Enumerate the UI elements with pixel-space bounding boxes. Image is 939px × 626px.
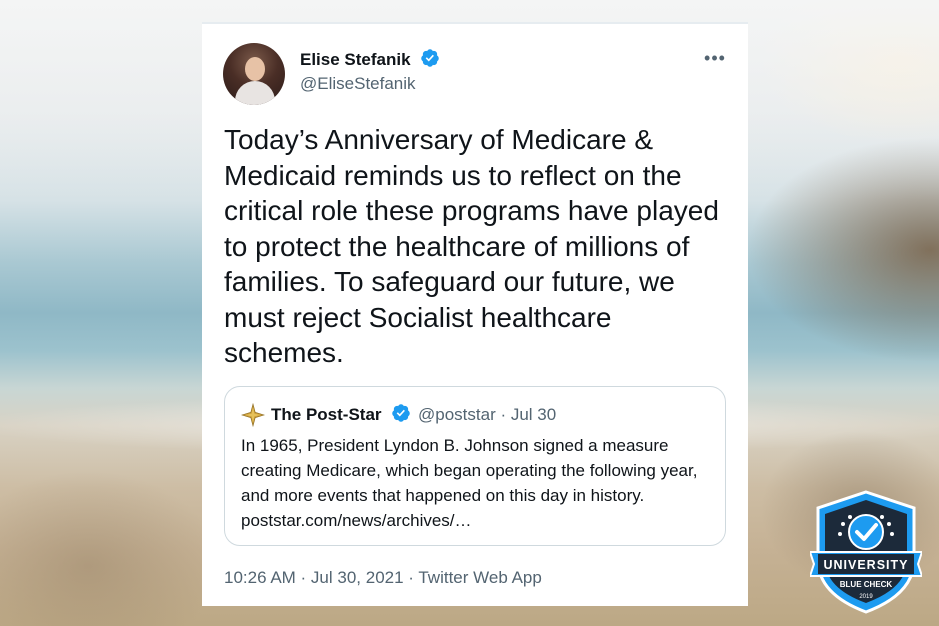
avatar-face xyxy=(245,57,265,81)
more-options-icon[interactable]: ••• xyxy=(702,48,728,68)
tweet-timestamp[interactable]: 10:26 AM · Jul 30, 2021 · Twitter Web Ap… xyxy=(224,568,542,588)
university-blue-check-badge: UNIVERSITY BLUE CHECK 2019 xyxy=(810,490,922,614)
tweet-text: Today’s Anniversary of Medicare & Medica… xyxy=(224,124,719,368)
badge-year: 2019 xyxy=(859,594,873,600)
badge-line1: UNIVERSITY xyxy=(823,558,908,572)
quoted-tweet[interactable]: The Post-Star @poststar · Jul 30 In 1965… xyxy=(224,386,726,546)
tweet-card[interactable]: Elise Stefanik @EliseStefanik ••• Today’… xyxy=(202,22,748,606)
quoted-author-name: The Post-Star xyxy=(271,405,382,424)
author-handle[interactable]: @EliseStefanik xyxy=(300,74,416,94)
quoted-handle-date: @poststar · Jul 30 xyxy=(418,405,557,424)
avatar-shirt xyxy=(235,81,275,105)
verified-icon xyxy=(421,49,439,67)
quoted-tweet-text: In 1965, President Lyndon B. Johnson sig… xyxy=(241,436,698,530)
star-logo-icon xyxy=(241,403,265,427)
author-avatar[interactable] xyxy=(223,43,285,105)
author-name[interactable]: Elise Stefanik xyxy=(300,50,411,70)
badge-line2: BLUE CHECK xyxy=(840,580,893,589)
badge-check-icon xyxy=(848,514,884,550)
sand-shadow-left xyxy=(0,470,220,626)
quoted-verified-icon xyxy=(392,404,410,422)
